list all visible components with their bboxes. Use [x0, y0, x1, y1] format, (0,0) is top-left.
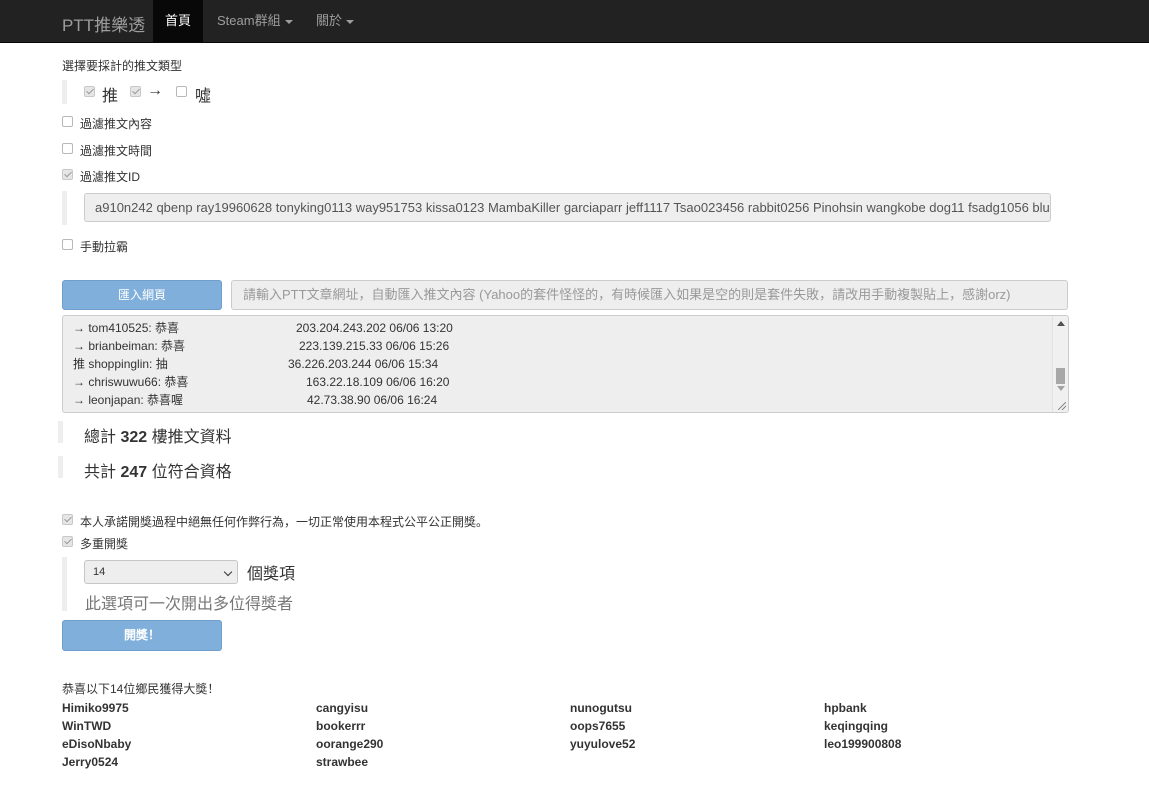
arrow-checkbox[interactable] — [130, 86, 141, 97]
winner-name: Himiko9975 — [62, 701, 129, 715]
boo-label: 噓 — [195, 88, 212, 105]
prize-count-value: 14 — [93, 566, 106, 578]
pledge-label: 本人承諾開獎過程中絕無任何作弊行為，一切正常使用本程式公平公正開獎。 — [80, 515, 489, 529]
import-webpage-button-label: 匯入網頁 — [117, 288, 166, 302]
winner-name: bookerrr — [316, 719, 366, 733]
push-checkbox[interactable] — [84, 86, 95, 97]
arrow-label: → — [147, 82, 163, 99]
manual-slot-checkbox[interactable] — [62, 239, 73, 250]
boo-checkbox[interactable] — [176, 86, 187, 97]
prize-count-select[interactable]: 14 — [84, 560, 238, 584]
total-prefix: 總計 — [84, 429, 117, 446]
comment-meta: 203.204.243.202 06/06 13:20 — [296, 321, 453, 335]
winner-name: keqingqing — [824, 719, 888, 733]
stats-quote-bar — [58, 421, 63, 443]
url-input[interactable]: 請輸入PTT文章網址，自動匯入推文內容 (Yahoo的套件怪怪的，有時候匯入如果… — [231, 280, 1068, 310]
top-navbar: PTT推樂透 首頁 Steam群組 關於 — [0, 0, 1149, 43]
filter-id-quote-bar — [62, 191, 67, 225]
multi-draw-checkbox[interactable] — [62, 536, 73, 547]
comments-textarea[interactable]: → tom410525: 恭喜 203.204.243.202 06/06 13… — [62, 315, 1069, 413]
filter-id-label: 過濾推文ID — [80, 170, 141, 184]
eligible-suffix: 位符合資格 — [151, 464, 232, 481]
nav-steam-group[interactable]: Steam群組 — [205, 0, 305, 42]
comment-line: → brianbeiman: 恭喜 — [73, 339, 186, 353]
scroll-up-arrow-icon[interactable] — [1057, 321, 1065, 326]
eligible-prefix: 共計 — [84, 464, 117, 481]
comment-meta: 42.73.38.90 06/06 16:24 — [307, 393, 438, 407]
comment-meta: 36.226.203.244 06/06 15:34 — [288, 357, 439, 371]
filter-content-checkbox[interactable] — [62, 116, 73, 127]
total-suffix: 樓推文資料 — [151, 429, 232, 446]
results-heading: 恭喜以下14位鄉民獲得大獎！ — [62, 682, 220, 696]
winner-name: hpbank — [824, 701, 867, 715]
comment-meta: 223.139.215.33 06/06 15:26 — [299, 339, 450, 353]
pledge-checkbox[interactable] — [62, 514, 73, 525]
nav-steam-group-label: Steam群組 — [217, 13, 281, 28]
multi-draw-quote-bar — [62, 557, 67, 611]
manual-slot-label: 手動拉霸 — [80, 240, 129, 254]
filter-time-label: 過濾推文時間 — [80, 144, 153, 158]
multi-draw-label: 多重開獎 — [80, 537, 129, 551]
winner-name: leo199900808 — [824, 737, 902, 751]
comment-meta: 163.22.18.109 06/06 16:20 — [306, 375, 450, 389]
draw-button-label: 開獎！ — [123, 628, 160, 642]
filter-id-checkbox[interactable] — [62, 169, 73, 180]
winner-name: cangyisu — [316, 701, 369, 715]
winner-name: WinTWD — [62, 719, 112, 733]
eligible-quote-bar — [58, 456, 63, 478]
nav-home-label: 首頁 — [165, 13, 192, 28]
comment-line: → leonjapan: 恭喜喔 — [73, 393, 184, 407]
nav-about[interactable]: 關於 — [304, 0, 366, 42]
brand-logo[interactable]: PTT推樂透 — [62, 11, 145, 36]
comment-line: → tom410525: 恭喜 — [73, 321, 180, 335]
eligible-count: 247 — [120, 464, 148, 481]
eligible-count-text: 共計 247 位符合資格 — [84, 458, 232, 482]
import-webpage-button[interactable]: 匯入網頁 — [62, 280, 222, 310]
comment-line: → chriswuwu66: 恭喜 — [73, 375, 189, 389]
winner-name: yuyulove52 — [570, 737, 636, 751]
total-count-text: 總計 322 樓推文資料 — [84, 423, 232, 447]
scrollbar-thumb[interactable] — [1056, 368, 1065, 384]
prize-unit-label: 個獎項 — [247, 566, 296, 583]
scroll-down-arrow-icon[interactable] — [1057, 386, 1065, 391]
caret-down-icon — [346, 19, 355, 24]
type-heading: 選擇要採計的推文類型 — [62, 59, 183, 73]
push-label: 推 — [102, 88, 119, 105]
multi-draw-hint: 此選項可一次開出多位得獎者 — [85, 596, 294, 613]
winner-name: nunogutsu — [570, 701, 632, 715]
resize-grip-icon[interactable] — [1058, 402, 1066, 410]
nav-home[interactable]: 首頁 — [153, 0, 204, 42]
winner-name: oops7655 — [570, 719, 626, 733]
filter-id-input[interactable]: a910n242 qbenp ray19960628 tonyking0113 … — [84, 193, 1051, 222]
filter-time-checkbox[interactable] — [62, 143, 73, 154]
textarea-scrollbar[interactable] — [1052, 316, 1068, 412]
winner-name: eDisoNbaby — [62, 737, 132, 751]
chevron-down-icon — [223, 567, 233, 577]
comment-line: 推 shoppinglin: 抽 — [73, 357, 168, 371]
nav-about-label: 關於 — [316, 13, 343, 28]
caret-down-icon — [284, 19, 293, 24]
winner-name: Jerry0524 — [62, 755, 119, 769]
type-quote-bar — [62, 80, 67, 104]
winner-name: oorange290 — [316, 737, 384, 751]
draw-button[interactable]: 開獎！ — [62, 620, 222, 651]
winner-name: strawbee — [316, 755, 369, 769]
total-count: 322 — [120, 429, 148, 446]
filter-content-label: 過濾推文內容 — [80, 117, 153, 131]
